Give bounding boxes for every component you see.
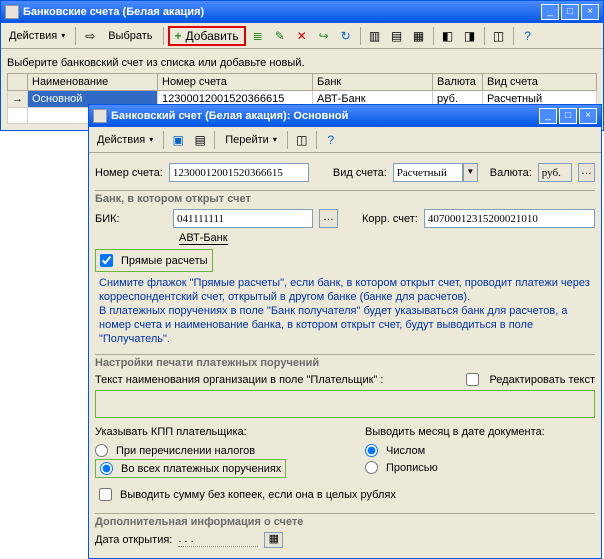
app-icon — [5, 5, 19, 19]
bik-select-button[interactable]: … — [319, 209, 338, 228]
copy-icon[interactable]: ▤ — [190, 130, 210, 150]
select-icon[interactable]: ⇨ — [80, 26, 100, 46]
label-korr: Корр. счет: — [362, 213, 418, 225]
tb-edit-icon[interactable]: ✎ — [270, 26, 290, 46]
maximize-button[interactable]: □ — [559, 108, 577, 124]
direct-payments-row[interactable]: Прямые расчеты — [95, 249, 213, 272]
tb-filter2-icon[interactable]: ▤ — [387, 26, 407, 46]
toolbar-detail: Действия ▣ ▤ Перейти ◫ ? — [89, 127, 601, 153]
tb-delete-icon[interactable]: ✕ — [292, 26, 312, 46]
payer-name-text[interactable] — [95, 390, 595, 418]
direct-payments-note: Снимите флажок "Прямые расчеты", если ба… — [99, 276, 595, 346]
titlebar-main: Банковские счета (Белая акация) _ □ × — [1, 1, 603, 23]
actions-menu[interactable]: Действия — [3, 28, 71, 44]
minimize-button[interactable]: _ — [541, 4, 559, 20]
help-icon[interactable]: ? — [518, 26, 538, 46]
select-button[interactable]: Выбрать — [102, 28, 158, 44]
close-button[interactable]: × — [581, 4, 599, 20]
edit-text-checkbox[interactable] — [466, 373, 479, 386]
add-button[interactable]: + Добавить — [168, 26, 246, 46]
app-icon — [93, 109, 107, 123]
tb-move-icon[interactable]: ↪ — [314, 26, 334, 46]
tb-filter3-icon[interactable]: ▦ — [409, 26, 429, 46]
section-bank: Банк, в котором открыт счет — [95, 193, 595, 205]
account-number-field[interactable] — [169, 163, 309, 182]
col-type[interactable]: Вид счета — [483, 74, 597, 91]
tb-action2-icon[interactable]: ◨ — [460, 26, 480, 46]
col-name[interactable]: Наименование — [28, 74, 158, 91]
titlebar-detail: Банковский счет (Белая акация): Основной… — [89, 105, 601, 127]
maximize-button[interactable]: □ — [561, 4, 579, 20]
tb-filter1-icon[interactable]: ▥ — [365, 26, 385, 46]
window-title: Банковские счета (Белая акация) — [19, 6, 541, 18]
no-kopecks-checkbox[interactable] — [99, 488, 112, 501]
label-currency: Валюта: — [490, 167, 532, 179]
minimize-button[interactable]: _ — [539, 108, 557, 124]
tb-refresh-icon[interactable]: ↻ — [336, 26, 356, 46]
goto-menu[interactable]: Перейти — [219, 132, 283, 148]
label-month: Выводить месяц в дате документа: — [365, 426, 595, 438]
col-currency[interactable]: Валюта — [433, 74, 483, 91]
save-icon[interactable]: ▣ — [168, 130, 188, 150]
month-opt-number[interactable] — [365, 444, 378, 457]
tb-copy-icon[interactable]: ≣ — [248, 26, 268, 46]
month-opt-words[interactable] — [365, 461, 378, 474]
label-open-date: Дата открытия: — [95, 534, 172, 546]
label-edit-text: Редактировать текст — [489, 374, 595, 386]
section-extra: Дополнительная информация о счете — [95, 516, 595, 528]
label-payer-text: Текст наименования организации в поле "П… — [95, 374, 383, 386]
label-kpp: Указывать КПП плательщика: — [95, 426, 325, 438]
hint-text: Выберите банковский счет из списка или д… — [7, 57, 597, 69]
account-detail-window: Банковский счет (Белая акация): Основной… — [88, 104, 602, 559]
section-print: Настройки печати платежных поручений — [95, 357, 595, 369]
close-button[interactable]: × — [579, 108, 597, 124]
label-acctype: Вид счета: — [333, 167, 387, 179]
kpp-opt-tax[interactable] — [95, 444, 108, 457]
currency-select-button[interactable]: … — [578, 163, 595, 182]
col-bank[interactable]: Банк — [313, 74, 433, 91]
tb-misc-icon[interactable]: ◫ — [292, 130, 312, 150]
tb-action1-icon[interactable]: ◧ — [438, 26, 458, 46]
plus-icon: + — [175, 29, 182, 43]
kpp-opt-all[interactable] — [100, 462, 113, 475]
currency-field[interactable] — [538, 163, 572, 182]
actions-menu[interactable]: Действия — [91, 132, 159, 148]
help-icon[interactable]: ? — [321, 130, 341, 150]
row-marker-cell: → — [8, 91, 28, 108]
direct-payments-checkbox[interactable] — [100, 254, 113, 267]
window-title-detail: Банковский счет (Белая акация): Основной — [107, 110, 539, 122]
label-accnum: Номер счета: — [95, 167, 163, 179]
tb-action3-icon[interactable]: ◫ — [489, 26, 509, 46]
toolbar-main: Действия ⇨ Выбрать + Добавить ≣ ✎ ✕ ↪ ↻ … — [1, 23, 603, 49]
label-bik: БИК: — [95, 213, 167, 225]
direct-payments-label: Прямые расчеты — [121, 255, 208, 267]
korr-account-field[interactable] — [424, 209, 595, 228]
chevron-down-icon[interactable]: ▼ — [463, 163, 478, 182]
label-no-kopecks: Выводить сумму без копеек, если она в це… — [120, 489, 396, 501]
bank-name-link[interactable]: АВТ-Банк — [179, 232, 228, 245]
open-date-field[interactable]: . . . — [178, 533, 258, 547]
account-type-combo[interactable]: ▼ — [393, 163, 478, 182]
col-number[interactable]: Номер счета — [158, 74, 313, 91]
col-marker[interactable] — [8, 74, 28, 91]
date-picker-button[interactable]: ▦ — [264, 532, 283, 548]
bik-field[interactable] — [173, 209, 313, 228]
